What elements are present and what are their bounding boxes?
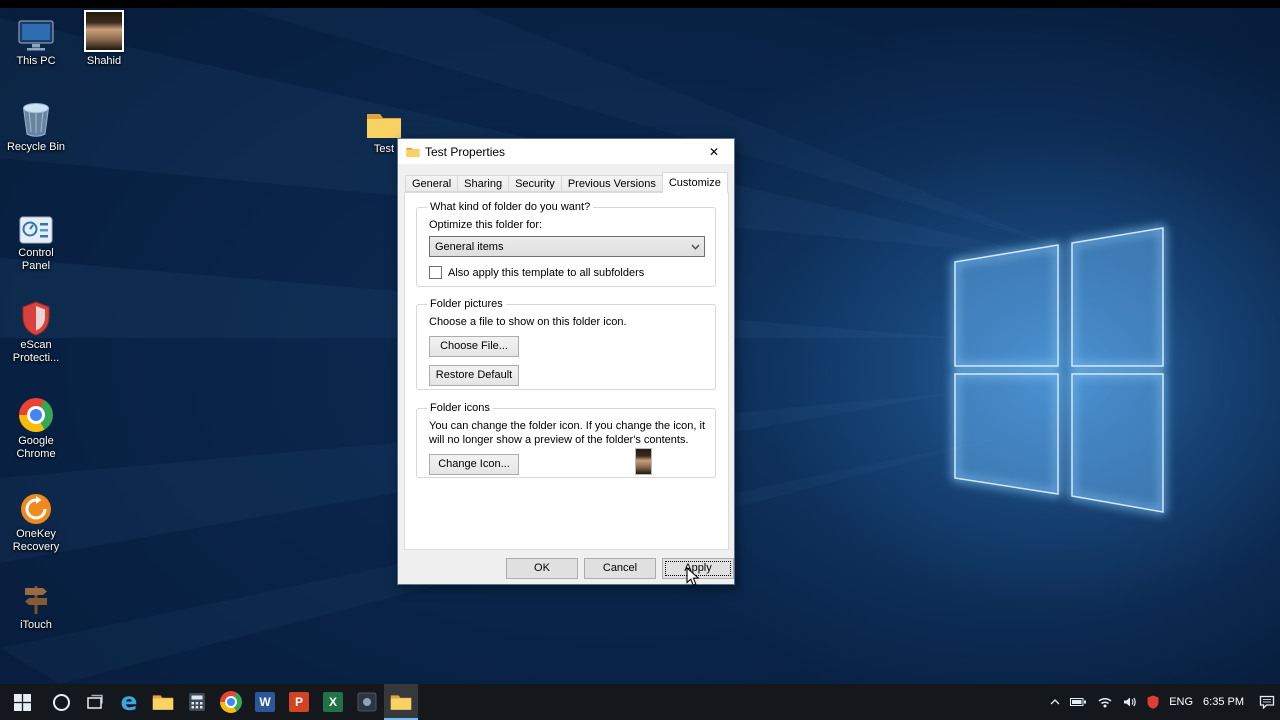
ok-button[interactable]: OK <box>506 558 578 579</box>
desktop-icon-label: Shahid <box>87 55 121 68</box>
wifi-icon[interactable] <box>1092 684 1118 720</box>
tab-previous-versions[interactable]: Previous Versions <box>561 175 663 192</box>
folder-pictures-title: Folder pictures <box>427 298 506 310</box>
letterbox-top <box>0 0 1280 8</box>
action-center-icon[interactable] <box>1254 684 1280 720</box>
taskbar: e W P X <box>0 684 1280 720</box>
desktop-icon-label: Recycle Bin <box>7 141 65 154</box>
dialog-titlebar[interactable]: Test Properties ✕ <box>398 139 734 164</box>
test-properties-dialog: Test Properties ✕ General Sharing Securi… <box>397 138 735 585</box>
desktop: This PC Shahid Recycle Bin Control Panel… <box>0 8 1280 684</box>
task-view-button[interactable] <box>78 684 112 720</box>
optimize-group: What kind of folder do you want? Optimiz… <box>416 201 716 287</box>
recycle-bin-icon <box>21 98 51 138</box>
file-explorer-button[interactable] <box>146 684 180 720</box>
powerpoint-icon: P <box>289 692 309 712</box>
file-explorer-icon <box>152 693 174 711</box>
shahid-photo-icon <box>84 12 124 52</box>
signpost-icon <box>21 576 51 616</box>
task-view-icon <box>85 692 105 712</box>
excel-icon: X <box>323 692 343 712</box>
language-indicator[interactable]: ENG <box>1164 684 1198 720</box>
photo-thumbnail <box>635 448 652 475</box>
folder-icon <box>406 146 420 158</box>
desktop-icon-label: This PC <box>16 55 55 68</box>
desktop-icon-onekey-recovery[interactable]: OneKey Recovery <box>4 485 68 554</box>
folder-icons-group: Folder icons You can change the folder i… <box>416 402 716 478</box>
desktop-icon-label: eScan Protecti... <box>4 339 68 365</box>
open-folder-window-button[interactable] <box>384 684 418 720</box>
customize-tab-page: What kind of folder do you want? Optimiz… <box>404 192 729 550</box>
desktop-icon-label: OneKey Recovery <box>4 528 68 554</box>
cortana-icon <box>53 694 70 711</box>
tray-chevron-up-icon[interactable] <box>1045 684 1065 720</box>
desktop-icon-label: Google Chrome <box>4 435 68 461</box>
change-icon-button[interactable]: Change Icon... <box>429 454 519 475</box>
clock[interactable]: 6:35 PM <box>1198 684 1254 720</box>
onekey-recovery-icon <box>20 485 52 525</box>
windows-logo-icon <box>14 694 31 711</box>
desktop-icon-escan[interactable]: eScan Protecti... <box>4 296 68 365</box>
optimize-group-title: What kind of folder do you want? <box>427 201 593 213</box>
powerpoint-button[interactable]: P <box>282 684 316 720</box>
taskbar-apps: e W P X <box>0 684 418 720</box>
folder-pictures-group: Folder pictures Choose a file to show on… <box>416 298 716 390</box>
screen: This PC Shahid Recycle Bin Control Panel… <box>0 0 1280 720</box>
desktop-icon-shahid[interactable]: Shahid <box>72 12 136 68</box>
tab-security[interactable]: Security <box>508 175 562 192</box>
control-panel-icon <box>19 204 53 244</box>
folder-icon <box>366 100 402 140</box>
desktop-icon-recycle-bin[interactable]: Recycle Bin <box>4 98 68 154</box>
start-button[interactable] <box>0 684 44 720</box>
desktop-icon-label: Control Panel <box>4 247 68 273</box>
apply-template-checkbox-label: Also apply this template to all subfolde… <box>448 267 644 279</box>
dialog-title: Test Properties <box>425 145 505 159</box>
folder-icon <box>390 693 412 711</box>
optimize-label: Optimize this folder for: <box>429 219 707 231</box>
cortana-search-button[interactable] <box>44 684 78 720</box>
desktop-icon-this-pc[interactable]: This PC <box>4 12 68 68</box>
optimize-dropdown-value: General items <box>430 241 686 253</box>
folder-icons-description: You can change the folder icon. If you c… <box>429 419 707 447</box>
desktop-icon-google-chrome[interactable]: Google Chrome <box>4 392 68 461</box>
volume-icon[interactable] <box>1118 684 1142 720</box>
app-icon <box>357 692 377 712</box>
apply-template-checkbox-row[interactable]: Also apply this template to all subfolde… <box>429 266 707 279</box>
edge-button[interactable]: e <box>112 684 146 720</box>
restore-default-button[interactable]: Restore Default <box>429 365 519 386</box>
shield-icon <box>22 296 50 336</box>
tab-sharing[interactable]: Sharing <box>457 175 509 192</box>
mouse-cursor <box>686 567 700 587</box>
folder-pictures-description: Choose a file to show on this folder ico… <box>429 315 707 329</box>
calculator-icon <box>187 692 207 712</box>
chrome-icon <box>19 392 53 432</box>
desktop-icon-control-panel[interactable]: Control Panel <box>4 204 68 273</box>
dialog-tabs: General Sharing Security Previous Versio… <box>405 175 728 192</box>
escan-tray-shield-icon[interactable] <box>1142 684 1164 720</box>
desktop-icon-label: Test <box>374 143 394 156</box>
chrome-icon <box>220 691 242 713</box>
cancel-button[interactable]: Cancel <box>584 558 656 579</box>
choose-file-button[interactable]: Choose File... <box>429 336 519 357</box>
optimize-dropdown[interactable]: General items <box>429 236 705 257</box>
pinned-app-button[interactable] <box>350 684 384 720</box>
edge-icon: e <box>121 691 138 713</box>
this-pc-icon <box>18 12 54 52</box>
desktop-icon-itouch[interactable]: iTouch <box>4 576 68 632</box>
word-icon: W <box>255 692 275 712</box>
dialog-button-row: OK Cancel Apply <box>398 558 734 582</box>
excel-button[interactable]: X <box>316 684 350 720</box>
chevron-down-icon <box>686 237 704 256</box>
calculator-button[interactable] <box>180 684 214 720</box>
checkbox-icon[interactable] <box>429 266 442 279</box>
chrome-button[interactable] <box>214 684 248 720</box>
word-button[interactable]: W <box>248 684 282 720</box>
battery-icon[interactable] <box>1065 684 1092 720</box>
folder-icons-title: Folder icons <box>427 402 493 414</box>
tab-general[interactable]: General <box>405 175 458 192</box>
desktop-icon-label: iTouch <box>20 619 52 632</box>
tab-customize[interactable]: Customize <box>662 172 728 193</box>
system-tray: ENG 6:35 PM <box>1045 684 1280 720</box>
close-icon[interactable]: ✕ <box>694 139 734 164</box>
